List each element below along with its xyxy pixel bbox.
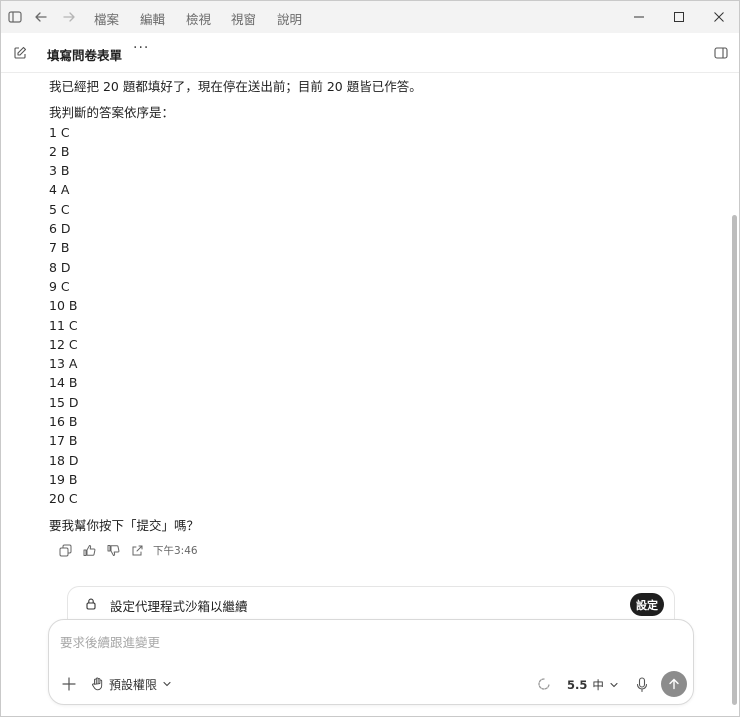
compose-icon[interactable] — [12, 45, 28, 61]
arrow-left-icon[interactable] — [33, 9, 49, 25]
conversation-title: 填寫問卷表單 — [47, 48, 123, 63]
message-actions: 下午3:46 — [53, 541, 198, 559]
thumbs-down-icon[interactable] — [101, 541, 125, 559]
copy-icon[interactable] — [53, 541, 77, 559]
answer-item: 7 B — [49, 240, 70, 256]
menu-window[interactable]: 視窗 — [231, 9, 256, 28]
assistant-message: 我已經把 20 題都填好了，現在停在送出前；目前 20 題皆已作答。 我判斷的答… — [49, 77, 709, 535]
message-intro: 我已經把 20 題都填好了，現在停在送出前；目前 20 題皆已作答。 — [49, 79, 422, 94]
arrow-right-icon[interactable] — [61, 9, 77, 25]
maximize-button[interactable] — [659, 5, 699, 29]
permissions-dropdown[interactable]: 預設權限 — [91, 675, 172, 693]
lock-icon — [84, 597, 98, 611]
menu-view[interactable]: 檢視 — [186, 9, 211, 28]
answer-item: 8 D — [49, 259, 71, 275]
answer-item: 17 B — [49, 433, 78, 449]
composer: 要求後續跟進變更 預設權限 5.5 中 — [48, 619, 694, 705]
model-level: 中 — [592, 678, 604, 692]
answer-item: 18 D — [49, 452, 79, 468]
permissions-label: 預設權限 — [109, 677, 158, 692]
hand-icon — [92, 677, 103, 691]
more-options-button[interactable]: ··· — [133, 40, 149, 56]
sidebar-toggle-icon[interactable] — [7, 9, 23, 25]
answer-item: 5 C — [49, 201, 70, 217]
setup-button[interactable]: 設定 — [630, 593, 664, 616]
scrollbar-thumb[interactable] — [732, 215, 737, 705]
answer-item: 4 A — [49, 182, 70, 198]
answer-item: 1 C — [49, 124, 70, 140]
mic-icon[interactable] — [635, 677, 649, 693]
answer-item: 11 C — [49, 317, 78, 333]
answers-heading: 我判斷的答案依序是： — [49, 105, 175, 121]
menu-edit[interactable]: 編輯 — [140, 9, 165, 28]
panel-right-icon[interactable] — [713, 45, 729, 61]
message-timestamp: 下午3:46 — [153, 544, 198, 557]
title-bar: 檔案 編輯 檢視 視窗 說明 — [1, 1, 739, 33]
share-icon[interactable] — [125, 541, 149, 559]
send-button[interactable] — [661, 671, 687, 697]
loading-spinner-icon — [538, 678, 550, 690]
composer-input[interactable]: 要求後續跟進變更 — [60, 632, 160, 651]
chevron-down-icon — [610, 682, 618, 688]
chevron-down-icon — [163, 681, 171, 687]
answer-item: 15 D — [49, 394, 79, 410]
app-window: 檔案 編輯 檢視 視窗 說明 填寫問卷表單 ··· 我已經把 20 題都填好了，… — [0, 0, 740, 717]
answer-item: 12 C — [49, 336, 78, 352]
answer-item: 16 B — [49, 414, 78, 430]
thumbs-up-icon[interactable] — [77, 541, 101, 559]
close-button[interactable] — [699, 5, 739, 29]
answer-item: 13 A — [49, 356, 78, 372]
answer-item: 10 B — [49, 298, 78, 314]
menu-file[interactable]: 檔案 — [94, 9, 119, 28]
sandbox-banner: 設定代理程式沙箱以繼續 設定 — [67, 586, 675, 621]
answer-item: 20 C — [49, 491, 78, 507]
answer-item: 9 C — [49, 278, 70, 294]
answer-item: 3 B — [49, 163, 70, 179]
answer-item: 6 D — [49, 221, 71, 237]
menu-help[interactable]: 說明 — [277, 9, 302, 28]
plus-icon[interactable] — [61, 676, 77, 692]
arrow-up-icon — [669, 678, 679, 690]
minimize-button[interactable] — [619, 5, 659, 29]
conversation-header: 填寫問卷表單 ··· — [1, 34, 739, 73]
message-question: 要我幫你按下「提交」嗎？ — [49, 517, 200, 533]
answer-item: 14 B — [49, 375, 78, 391]
model-selector[interactable]: 5.5 中 — [567, 677, 619, 693]
answer-item: 19 B — [49, 471, 78, 487]
answers-list: 1 C 2 B 3 B 4 A 5 C 6 D 7 B 8 D 9 C 10 B… — [49, 123, 709, 509]
model-version: 5.5 — [567, 678, 588, 692]
answer-item: 2 B — [49, 143, 70, 159]
sandbox-banner-text: 設定代理程式沙箱以繼續 — [110, 599, 248, 614]
